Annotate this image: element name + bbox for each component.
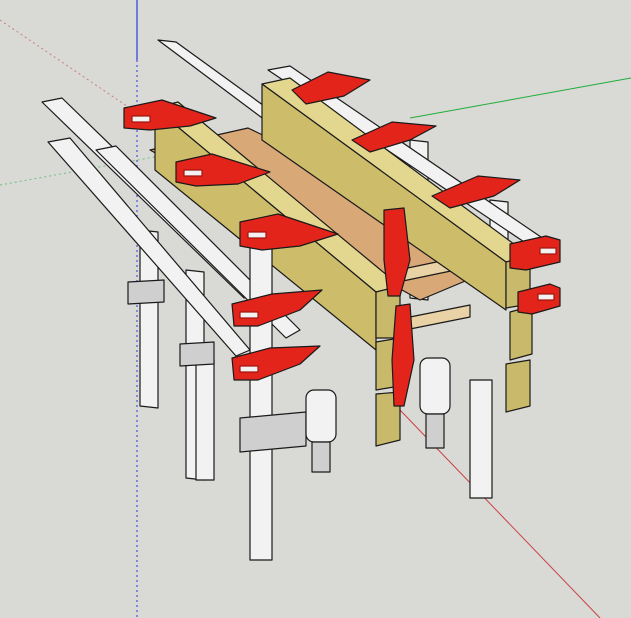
red-axis-dotted xyxy=(0,19,141,116)
jack-right-body xyxy=(419,357,451,415)
clamp-slot-9 xyxy=(539,247,557,255)
model-canvas[interactable] xyxy=(0,0,631,618)
clamp-slot-3 xyxy=(247,231,267,239)
clamp-slot-1 xyxy=(131,115,151,123)
post-bracket-1 xyxy=(239,411,307,453)
post-front-mid xyxy=(195,359,215,481)
post-front-right xyxy=(469,379,493,499)
post-bracket-3 xyxy=(179,341,215,367)
jack-left-body xyxy=(305,389,337,443)
clamp-slot-7 xyxy=(239,311,259,319)
beam-right-end-3 xyxy=(505,359,531,413)
jack-right-base xyxy=(425,413,445,449)
sketchup-viewport[interactable] xyxy=(0,0,631,618)
clamp-12 xyxy=(391,303,415,407)
post-front-left xyxy=(249,239,273,561)
clamp-slot-8 xyxy=(239,365,259,373)
jack-left-base xyxy=(311,441,331,473)
plywood-edge-2 xyxy=(404,304,471,331)
clamp-slot-10 xyxy=(537,293,555,301)
clamp-slot-2 xyxy=(183,169,203,177)
post-bracket-2 xyxy=(127,279,165,305)
green-axis xyxy=(409,77,631,119)
